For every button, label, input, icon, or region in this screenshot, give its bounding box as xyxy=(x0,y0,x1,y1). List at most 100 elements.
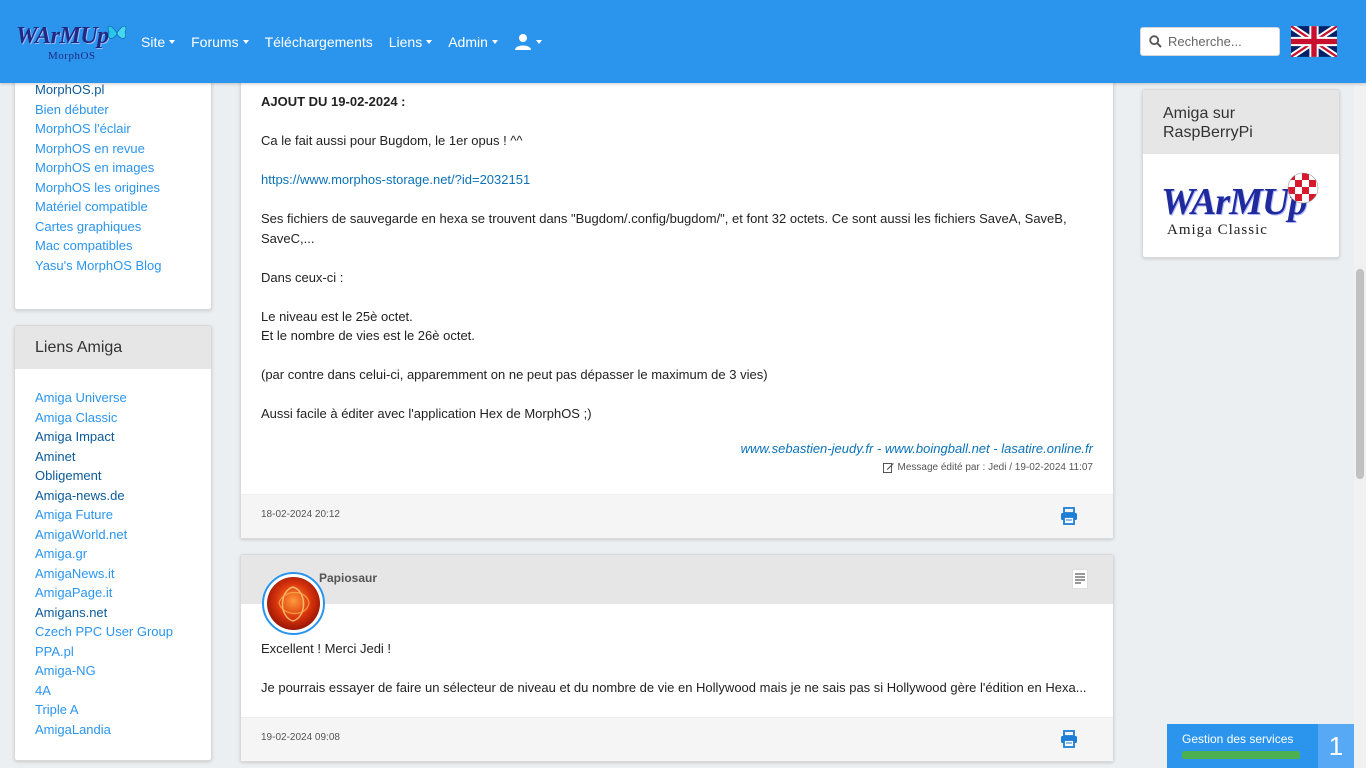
link-4a[interactable]: 4A xyxy=(35,683,51,698)
link-amigalandia[interactable]: AmigaLandia xyxy=(35,722,111,737)
uk-flag-icon[interactable] xyxy=(1291,26,1337,57)
services-progress-bar xyxy=(1182,751,1300,759)
chevron-down-icon xyxy=(426,40,433,44)
nav-liens-label: Liens xyxy=(388,34,423,50)
boing-ball-icon xyxy=(1287,172,1319,204)
link-amiga-impact[interactable]: Amiga Impact xyxy=(35,429,114,444)
site-logo[interactable]: WArMUp MorphOS xyxy=(14,20,127,64)
amiga-classic-logo[interactable]: WArMUp Amiga Classic xyxy=(1161,172,1323,242)
link-amigapage-it[interactable]: AmigaPage.it xyxy=(35,585,112,600)
post-date: 19-02-2024 09:08 xyxy=(261,732,340,743)
services-label: Gestion des services xyxy=(1182,732,1294,746)
chevron-down-icon xyxy=(242,40,249,44)
nav-admin[interactable]: Admin xyxy=(448,33,498,51)
link-aminet[interactable]: Aminet xyxy=(35,449,75,464)
link-amiga-news-de[interactable]: Amiga-news.de xyxy=(35,488,125,503)
user-icon xyxy=(514,34,531,50)
nav-site[interactable]: Site xyxy=(141,33,176,51)
link-obligement[interactable]: Obligement xyxy=(35,468,101,483)
link-morphos-pl[interactable]: MorphOS.pl xyxy=(35,82,104,97)
link-amigans-net[interactable]: Amigans.net xyxy=(35,605,107,620)
chevron-down-icon xyxy=(491,40,498,44)
link-morphos-revue[interactable]: MorphOS en revue xyxy=(35,141,145,156)
logo-subtitle: MorphOS xyxy=(48,50,96,62)
post-link[interactable]: https://www.morphos-storage.net/?id=2032… xyxy=(261,172,530,187)
link-morphos-origines[interactable]: MorphOS les origines xyxy=(35,180,160,195)
forum-post: Papiosaur Excellent ! Merci Jedi ! Je po… xyxy=(240,554,1114,762)
post-author[interactable]: Papiosaur xyxy=(319,571,377,585)
services-count: 1 xyxy=(1318,724,1354,768)
raspberrypi-card: Amiga sur RaspBerryPi WArMUp Amiga Class… xyxy=(1142,89,1340,258)
nav-user[interactable] xyxy=(514,33,542,51)
link-amiga-ng[interactable]: Amiga-NG xyxy=(35,663,96,678)
search-input[interactable] xyxy=(1168,34,1278,49)
print-icon[interactable] xyxy=(1060,507,1078,525)
link-amiga-classic[interactable]: Amiga Classic xyxy=(35,410,117,425)
link-amiga-universe[interactable]: Amiga Universe xyxy=(35,390,127,405)
post-text: Et le nombre de vies est le 26è octet. xyxy=(261,328,475,343)
logo-title: WArMUp xyxy=(16,23,109,49)
link-yasu-blog[interactable]: Yasu's MorphOS Blog xyxy=(35,258,162,273)
link-czech-ppc[interactable]: Czech PPC User Group xyxy=(35,624,173,639)
post-text: Excellent ! Merci Jedi ! xyxy=(261,641,392,656)
top-navbar: WArMUp MorphOS Site Forums Téléchargemen… xyxy=(0,0,1366,83)
link-cartes-graphiques[interactable]: Cartes graphiques xyxy=(35,219,141,234)
edit-note: Message édité par : Jedi / 19-02-2024 11… xyxy=(882,462,1094,473)
sig-link-sebastien-jeudy[interactable]: www.sebastien-jeudy.fr xyxy=(741,441,874,456)
post-text: Ca le fait aussi pour Bugdom, le 1er opu… xyxy=(261,133,523,148)
amiga-links-list: Amiga Universe Amiga Classic Amiga Impac… xyxy=(15,369,211,739)
post-body: Excellent ! Merci Jedi ! Je pourrais ess… xyxy=(241,639,1113,698)
page-scrollbar[interactable] xyxy=(1354,83,1366,768)
link-triple-a[interactable]: Triple A xyxy=(35,702,79,717)
link-amiganews-it[interactable]: AmigaNews.it xyxy=(35,566,114,581)
link-materiel-compatible[interactable]: Matériel compatible xyxy=(35,199,148,214)
nav-forums-label: Forums xyxy=(191,34,239,50)
nav-liens[interactable]: Liens xyxy=(388,33,433,51)
post-footer: 19-02-2024 09:08 xyxy=(241,717,1113,761)
post-body: AJOUT DU 19-02-2024 : Ca le fait aussi p… xyxy=(241,92,1113,424)
sig-link-boingball[interactable]: www.boingball.net xyxy=(885,441,990,456)
signature: www.sebastien-jeudy.fr - www.boingball.n… xyxy=(741,441,1093,456)
chevron-down-icon xyxy=(169,40,176,44)
link-ppa-pl[interactable]: PPA.pl xyxy=(35,644,74,659)
avatar-swirl-icon xyxy=(278,586,310,622)
link-mac-compatibles[interactable]: Mac compatibles xyxy=(35,238,133,253)
print-icon[interactable] xyxy=(1060,730,1078,748)
avatar[interactable] xyxy=(262,572,325,635)
edit-icon xyxy=(882,463,894,473)
services-widget[interactable]: Gestion des services 1 xyxy=(1167,724,1354,768)
nav-telechargements[interactable]: Téléchargements xyxy=(265,33,373,51)
link-amiga-future[interactable]: Amiga Future xyxy=(35,507,113,522)
post-text: (par contre dans celui-ci, apparemment o… xyxy=(261,367,768,382)
link-morphos-images[interactable]: MorphOS en images xyxy=(35,160,154,175)
raspberrypi-card-title: Amiga sur RaspBerryPi xyxy=(1143,90,1339,154)
sig-separator: - xyxy=(873,441,885,456)
sig-separator: - xyxy=(989,441,1002,456)
forum-post: AJOUT DU 19-02-2024 : Ca le fait aussi p… xyxy=(240,40,1114,539)
post-text: Aussi facile à éditer avec l'application… xyxy=(261,406,592,421)
edit-note-text: Message édité par : Jedi / 19-02-2024 11… xyxy=(897,462,1094,473)
scrollbar-thumb[interactable] xyxy=(1356,269,1364,479)
nav-site-label: Site xyxy=(141,34,166,50)
main-menu: Site Forums Téléchargements Liens Admin xyxy=(141,33,558,51)
link-bien-debuter[interactable]: Bien débuter xyxy=(35,102,109,117)
post-text: Le niveau est le 25è octet. xyxy=(261,308,413,324)
link-morphos-eclair[interactable]: MorphOS l'éclair xyxy=(35,121,131,136)
amiga-classic-logo-sub: Amiga Classic xyxy=(1167,222,1268,238)
document-icon[interactable] xyxy=(1072,569,1088,589)
nav-admin-label: Admin xyxy=(448,34,488,50)
amiga-links-title: Liens Amiga xyxy=(15,326,211,369)
amiga-links-card: Liens Amiga Amiga Universe Amiga Classic… xyxy=(14,325,212,761)
search-icon xyxy=(1149,35,1162,48)
link-amigaworld[interactable]: AmigaWorld.net xyxy=(35,527,127,542)
nav-forums[interactable]: Forums xyxy=(191,33,249,51)
link-amiga-gr[interactable]: Amiga.gr xyxy=(35,546,87,561)
amiga-classic-logo-title: WArMUp xyxy=(1161,181,1307,223)
post-text: SaveC,... xyxy=(261,230,315,246)
sig-link-lasatire[interactable]: lasatire.online.fr xyxy=(1001,441,1093,456)
post-text: Ses fichiers de sauvegarde en hexa se tr… xyxy=(261,211,1067,226)
post-text: Dans ceux-ci : xyxy=(261,269,344,285)
butterfly-icon xyxy=(107,25,127,39)
post-date: 18-02-2024 20:12 xyxy=(261,509,340,520)
post-heading: AJOUT DU 19-02-2024 : xyxy=(261,94,406,109)
